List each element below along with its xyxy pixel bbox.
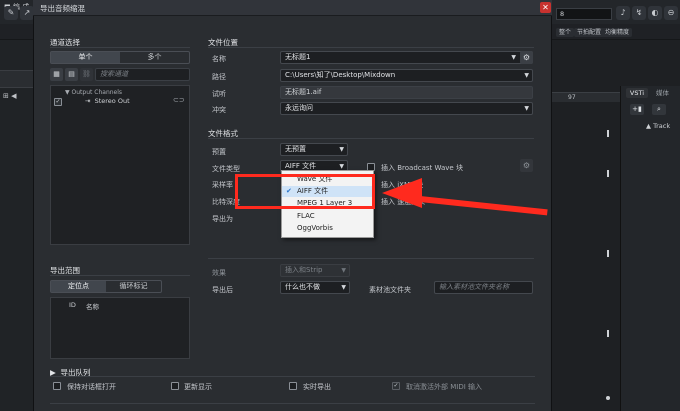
add-instrument-icon[interactable]: +▮ xyxy=(630,104,644,115)
conflict-select[interactable]: 永远询问 ▼ xyxy=(280,102,533,115)
chevron-down-icon: ▼ xyxy=(511,54,516,61)
menu-item-ogg[interactable]: OggVorbis xyxy=(282,223,373,234)
update-display-checkbox[interactable] xyxy=(171,382,179,390)
conflict-value: 永远询问 xyxy=(285,104,313,112)
channel-name: Stereo Out xyxy=(94,97,130,105)
disable-midi-label: 取消激活外部 MIDI 输入 xyxy=(406,383,483,391)
preview-label: 试听 xyxy=(212,90,226,98)
tab-vsti[interactable]: VSTi xyxy=(626,88,648,98)
divider-5 xyxy=(208,258,534,259)
divider-7 xyxy=(50,403,535,404)
divider-3 xyxy=(208,47,534,48)
daw-tool-icon-6[interactable]: ⊖ xyxy=(664,6,678,20)
annotation-highlight-box xyxy=(235,174,375,209)
realtime-label: 实时导出 xyxy=(303,383,331,391)
sample-rate-label: 采样率 xyxy=(212,181,233,189)
name-label: 名称 xyxy=(212,55,226,63)
after-export-select[interactable]: 什么也不做 ▼ xyxy=(280,281,350,294)
strip-button-1[interactable]: 整个 xyxy=(556,28,575,37)
realtime-checkbox[interactable] xyxy=(289,382,297,390)
effect-value: 插入和Strip xyxy=(285,266,323,274)
chevron-down-icon: ▼ xyxy=(524,105,529,112)
divider-6 xyxy=(50,376,535,377)
after-export-value: 什么也不做 xyxy=(285,283,320,291)
preset-value: 无预置 xyxy=(285,145,306,153)
channel-list: ▼ Output Channels ✓ ⇥ Stereo Out ⊂⊃ xyxy=(50,85,190,245)
channel-mode-toggle: 单个 多个 xyxy=(50,51,190,64)
channel-group-label: Output Channels xyxy=(71,89,123,96)
tab-locators[interactable]: 定位点 xyxy=(51,281,106,292)
export-as-label: 导出为 xyxy=(212,215,233,223)
channel-row[interactable]: ⇥ Stereo Out xyxy=(85,97,130,105)
daw-tool-icon-2[interactable]: ↗ xyxy=(20,6,34,20)
conflict-label: 冲突 xyxy=(212,106,226,114)
keep-open-label: 保持对话框打开 xyxy=(67,383,116,391)
vsti-track-name: Track xyxy=(653,122,671,130)
after-export-label: 导出后 xyxy=(212,286,233,294)
divider-4 xyxy=(208,138,534,139)
daw-track-header xyxy=(0,70,34,88)
range-table: ID 名称 xyxy=(50,297,190,359)
pool-folder-input[interactable]: 输入素材池文件夹名称 xyxy=(434,281,533,294)
daw-time-field[interactable]: 8 xyxy=(556,8,612,20)
search-icon[interactable]: ⌕ xyxy=(652,104,666,115)
name-field[interactable]: 无标题1 ▼ xyxy=(280,51,533,64)
dialog-title: 导出音频缩混 xyxy=(40,4,85,13)
channel-group[interactable]: ▼ Output Channels xyxy=(65,89,122,96)
gear-icon-2[interactable]: ⚙ xyxy=(520,159,533,172)
tab-single[interactable]: 单个 xyxy=(51,52,120,63)
stereo-link-icon: ⊂⊃ xyxy=(173,96,185,104)
divider-2 xyxy=(50,275,190,276)
chevron-down-icon: ▼ xyxy=(341,284,346,291)
daw-tool-icon-3[interactable]: ♪ xyxy=(616,6,630,20)
strip-button-2[interactable]: 节拍配置 xyxy=(574,28,605,37)
grid-view-icon[interactable]: ▦ xyxy=(50,68,63,81)
list-view-icon[interactable]: ▤ xyxy=(65,68,78,81)
effect-select[interactable]: 插入和Strip ▼ xyxy=(280,264,350,277)
preset-select[interactable]: 无预置 ▼ xyxy=(280,143,348,156)
gear-icon[interactable]: ⚙ xyxy=(520,51,533,64)
tab-media[interactable]: 媒体 xyxy=(656,88,678,98)
annotation-arrow-head xyxy=(382,178,422,208)
column-id[interactable]: ID xyxy=(69,301,76,309)
range-mode-toggle: 定位点 循环标记 xyxy=(50,280,162,293)
preset-label: 预置 xyxy=(212,148,226,156)
link-icon[interactable]: ⛓ xyxy=(80,68,93,81)
menu-item-flac[interactable]: FLAC xyxy=(282,211,373,222)
close-button[interactable]: ✕ xyxy=(540,2,551,13)
keep-open-checkbox[interactable] xyxy=(53,382,61,390)
strip-button-3[interactable]: 均衡精度 xyxy=(602,28,633,37)
file-type-value: AIFF 文件 xyxy=(285,162,317,170)
vertical-scrollbar[interactable] xyxy=(604,100,612,400)
chevron-down-icon: ▼ xyxy=(524,72,529,79)
pool-folder-label: 素材池文件夹 xyxy=(369,286,411,294)
chevron-down-icon: ▼ xyxy=(339,146,344,153)
path-value: C:\Users\知了\Desktop\Mixdown xyxy=(285,71,396,79)
column-name[interactable]: 名称 xyxy=(86,301,99,311)
daw-tool-icon-4[interactable]: ↯ xyxy=(632,6,646,20)
path-field[interactable]: C:\Users\知了\Desktop\Mixdown ▼ xyxy=(280,69,533,82)
chevron-down-icon: ▼ xyxy=(341,267,346,274)
daw-left-icon[interactable]: ⊞ ◀ xyxy=(3,92,16,100)
channel-search-input[interactable]: 搜索通道 xyxy=(95,68,190,81)
path-label: 路径 xyxy=(212,73,226,81)
broadcast-wave-label: 插入 Broadcast Wave 块 xyxy=(381,164,463,172)
file-type-label: 文件类型 xyxy=(212,165,240,173)
effect-label: 效果 xyxy=(212,269,226,277)
daw-tool-icon-5[interactable]: ◐ xyxy=(648,6,662,20)
preview-field: 无标题1.aif xyxy=(280,86,533,99)
ruler-number: 97 xyxy=(568,94,576,101)
tab-cycle-markers[interactable]: 循环标记 xyxy=(106,281,161,292)
update-display-label: 更新显示 xyxy=(184,383,212,391)
dialog-titlebar xyxy=(33,0,552,16)
divider xyxy=(50,47,190,48)
disable-midi-checkbox[interactable]: ✓ xyxy=(392,382,400,390)
name-value: 无标题1 xyxy=(285,53,311,61)
vsti-panel xyxy=(620,86,680,411)
daw-tool-icon[interactable]: ✎ xyxy=(4,6,18,20)
vsti-track-label: ▲ Track xyxy=(646,122,671,130)
tab-multi[interactable]: 多个 xyxy=(120,52,189,63)
channel-checkbox[interactable]: ✓ xyxy=(54,98,62,106)
